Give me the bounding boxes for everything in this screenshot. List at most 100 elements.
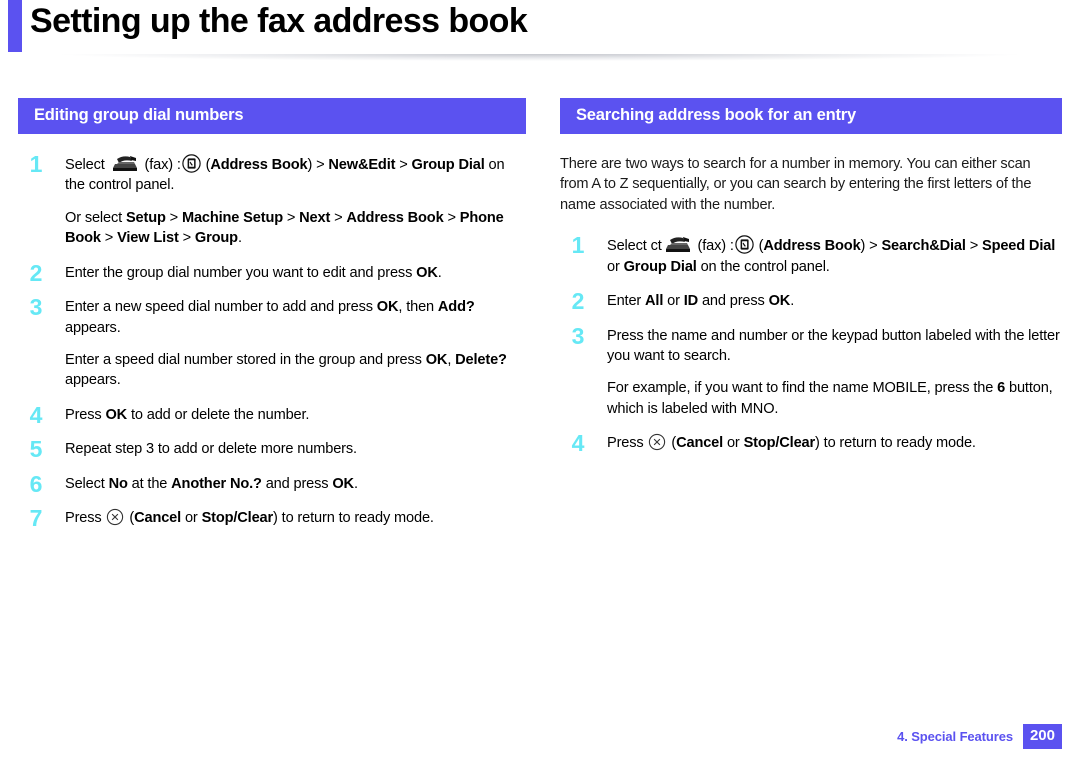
section-header-searching-address-book: Searching address book for an entry: [560, 98, 1062, 134]
body-text: and press: [261, 475, 333, 492]
body-text: Select: [65, 157, 109, 173]
body-text: (fax) :: [693, 238, 734, 255]
menu-term: Cancel: [134, 510, 182, 527]
body-text: .: [790, 293, 795, 310]
menu-term: Group Dial: [623, 258, 697, 275]
body-text: , then: [398, 299, 438, 316]
body-text: ) to return to ready mode.: [273, 510, 434, 527]
body-text: on the control panel.: [696, 258, 830, 275]
step-paragraph: Press (Cancel or Stop/Clear) to return t…: [65, 508, 526, 528]
body-text: Enter the group dial number you want to …: [65, 264, 417, 281]
right-steps-list: 1 Select ct (fax) : ( Address Book) > Sear…: [560, 232, 1062, 457]
menu-term: OK: [768, 293, 791, 310]
body-text: or: [723, 435, 744, 452]
menu-term: OK: [332, 475, 354, 492]
step-item: 3 Press the name and number or the keypad…: [560, 322, 1062, 420]
step-item: 4 Press OK to add or delete the number.: [18, 401, 526, 428]
footer-chapter-label: 4. Special Features: [897, 729, 1013, 745]
step-item: 2 Enter All or ID and press OK.: [560, 288, 1062, 315]
body-text: Press: [65, 406, 106, 423]
menu-term: OK: [376, 299, 399, 316]
body-text: Select: [65, 475, 109, 492]
body-text: For example, if you want to find the nam…: [607, 380, 873, 397]
body-text: to add or delete the number.: [127, 406, 310, 423]
step-paragraph: Or select Setup > Machine Setup > Next >…: [65, 208, 526, 249]
title-accent-bar: [8, 0, 22, 52]
step-number: 2: [29, 259, 43, 286]
address-book-icon: [182, 154, 201, 173]
left-column: Editing group dial numbers 1 Select (fax)…: [18, 98, 526, 542]
menu-term: ID: [683, 293, 699, 310]
body-text: (: [667, 435, 677, 452]
body-text: .: [774, 400, 779, 417]
menu-term: Address Book: [763, 238, 861, 255]
body-text: ) >: [307, 157, 329, 173]
step-paragraph: Enter All or ID and press OK.: [607, 291, 1062, 311]
step-paragraph: Enter a new speed dial number to add and…: [65, 297, 526, 338]
body-text: >: [282, 209, 300, 226]
body-text: ,: [447, 351, 456, 368]
body-text: or: [607, 258, 624, 275]
menu-term: No: [108, 475, 128, 492]
body-text: >: [165, 209, 182, 226]
body-text: Press: [65, 510, 106, 527]
body-text: Press the name and number or the keypad …: [607, 327, 1060, 364]
menu-term: Add?: [437, 299, 475, 316]
menu-term: All: [645, 293, 664, 310]
step-paragraph: For example, if you want to find the nam…: [607, 378, 1062, 419]
cancel-circle-icon: [106, 508, 124, 526]
body-text: and press: [698, 293, 769, 310]
step-paragraph: Enter a speed dial number stored in the …: [65, 350, 526, 391]
step-number: 3: [29, 294, 43, 321]
body-text: (fax) :: [140, 157, 181, 173]
step-number: 7: [29, 505, 43, 532]
body-text: .: [237, 230, 242, 247]
body-text: >: [178, 230, 195, 247]
fax-machine-icon: [663, 236, 693, 254]
body-text: >: [330, 209, 347, 226]
body-text: .: [437, 264, 442, 281]
body-text: MNO: [740, 400, 775, 417]
body-text: >: [443, 209, 460, 226]
step-number: 4: [29, 401, 43, 428]
body-text: ) >: [860, 238, 882, 255]
menu-term: Search&Dial: [881, 238, 966, 255]
body-text: Select ct: [607, 238, 662, 255]
cancel-circle-icon: [648, 433, 666, 451]
body-text: >: [100, 230, 118, 247]
body-text: Or select: [65, 209, 126, 226]
menu-term: Group: [194, 230, 238, 247]
menu-term: View List: [117, 230, 179, 247]
step-item: 7 Press (Cancel or Stop/Clear) to return …: [18, 505, 526, 532]
menu-term: OK: [416, 264, 438, 281]
menu-term: Machine Setup: [181, 209, 283, 226]
body-text: .: [353, 475, 358, 492]
body-text: Press: [607, 435, 648, 452]
step-number: 3: [571, 322, 585, 349]
menu-term: New&Edit: [328, 157, 396, 173]
body-text: Enter a new speed dial number to add and…: [65, 299, 377, 316]
step-number: 4: [571, 430, 585, 457]
body-text: or: [181, 510, 202, 527]
body-text: >: [965, 238, 982, 255]
step-item: 1 Select (fax) : (Address Book) > New&Edi…: [18, 151, 526, 249]
step-paragraph: Enter the group dial number you want to …: [65, 263, 526, 283]
page-title: Setting up the fax address book: [30, 2, 528, 40]
menu-term: Delete?: [455, 351, 507, 368]
body-text: MOBILE: [872, 380, 927, 397]
body-text: ) to return to ready mode.: [815, 435, 976, 452]
menu-term: OK: [105, 406, 128, 423]
step-item: 3 Enter a new speed dial number to add an…: [18, 294, 526, 391]
menu-term: Stop/Clear: [743, 435, 816, 452]
step-number: 2: [571, 288, 585, 315]
step-paragraph: Select No at the Another No.? and press …: [65, 474, 526, 494]
left-steps-list: 1 Select (fax) : (Address Book) > New&Edi…: [18, 151, 526, 532]
body-text: at the: [127, 475, 172, 492]
step-number: 1: [29, 151, 43, 177]
menu-term: OK: [425, 351, 448, 368]
body-text: or: [663, 293, 684, 310]
body-text: appears.: [65, 372, 121, 389]
title-divider: [0, 54, 1080, 66]
fax-machine-icon: [110, 155, 140, 173]
step-number: 1: [571, 232, 585, 259]
